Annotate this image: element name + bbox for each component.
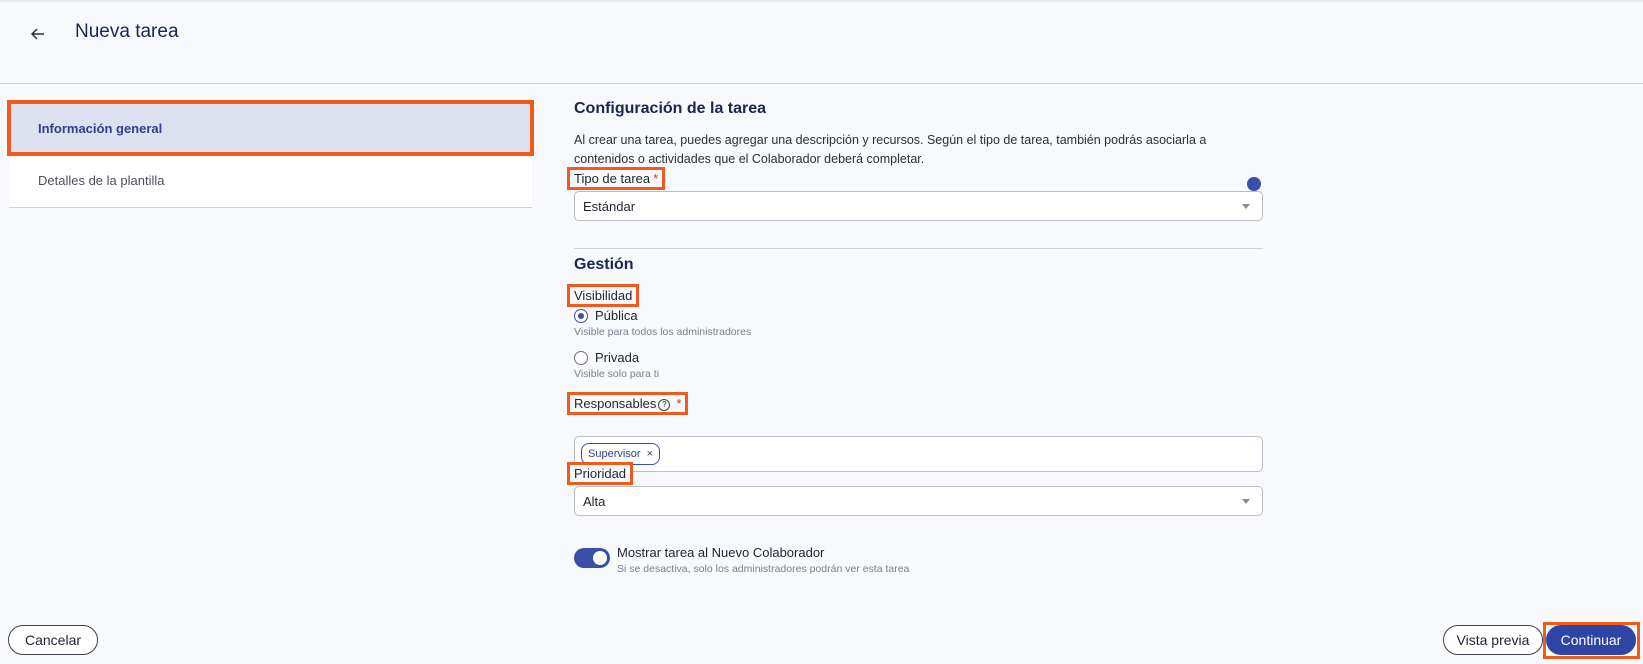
chevron-down-icon: [1242, 499, 1250, 504]
radio-publica-label: Pública: [595, 308, 638, 323]
show-task-toggle[interactable]: [574, 548, 610, 568]
config-description: Al crear una tarea, puedes agregar una d…: [574, 133, 1207, 166]
radio-unchecked-icon: [574, 350, 588, 365]
management-section-title: Gestión: [574, 256, 634, 273]
status-dot: [1247, 177, 1261, 191]
chip-label: Supervisor: [588, 448, 641, 460]
config-section-title: Configuración de la tarea: [574, 100, 767, 117]
radio-publica[interactable]: Pública: [574, 308, 638, 323]
nav-item-detalles-plantilla[interactable]: Detalles de la plantilla: [9, 154, 532, 206]
close-icon[interactable]: ×: [647, 448, 653, 460]
priority-select[interactable]: Alta: [574, 486, 1263, 516]
required-mark: *: [653, 171, 659, 186]
back-button[interactable]: [26, 22, 50, 46]
radio-privada-label: Privada: [595, 350, 640, 365]
continue-button[interactable]: Continuar: [1546, 625, 1636, 655]
page-title: Nueva tarea: [75, 21, 179, 42]
sidebar-nav: Información general Detalles de la plant…: [7, 100, 534, 208]
chevron-down-icon: [1242, 204, 1250, 209]
visibility-label: Visibilidad: [567, 284, 640, 307]
cancel-button[interactable]: Cancelar: [8, 625, 98, 655]
toggle-hint: Si se desactiva, solo los administradore…: [617, 563, 910, 575]
priority-label: Prioridad: [567, 462, 634, 485]
section-divider: [574, 248, 1263, 249]
page-header: Nueva tarea: [0, 0, 1643, 84]
toggle-label: Mostrar tarea al Nuevo Colaborador: [617, 545, 825, 560]
task-type-select[interactable]: Estándar: [574, 191, 1263, 221]
arrow-left-icon: [31, 28, 44, 40]
preview-button[interactable]: Vista previa: [1443, 625, 1543, 655]
responsables-label-text: Responsables: [574, 396, 657, 411]
priority-value: Alta: [583, 493, 606, 509]
nav-item-informacion-general[interactable]: Información general: [7, 100, 534, 156]
radio-privada[interactable]: Privada: [574, 350, 639, 365]
help-icon[interactable]: ?: [658, 398, 671, 411]
task-type-label-text: Tipo de tarea: [574, 171, 651, 186]
radio-publica-hint: Visible para todos los administradores: [574, 326, 752, 338]
task-type-label: Tipo de tarea *: [567, 167, 666, 190]
responsables-input[interactable]: Supervisor ×: [574, 436, 1263, 472]
task-type-value: Estándar: [583, 198, 636, 214]
radio-privada-hint: Visible solo para ti: [574, 368, 660, 380]
responsables-label: Responsables? *: [567, 392, 689, 415]
radio-checked-icon: [574, 308, 588, 323]
required-mark: *: [676, 396, 682, 411]
